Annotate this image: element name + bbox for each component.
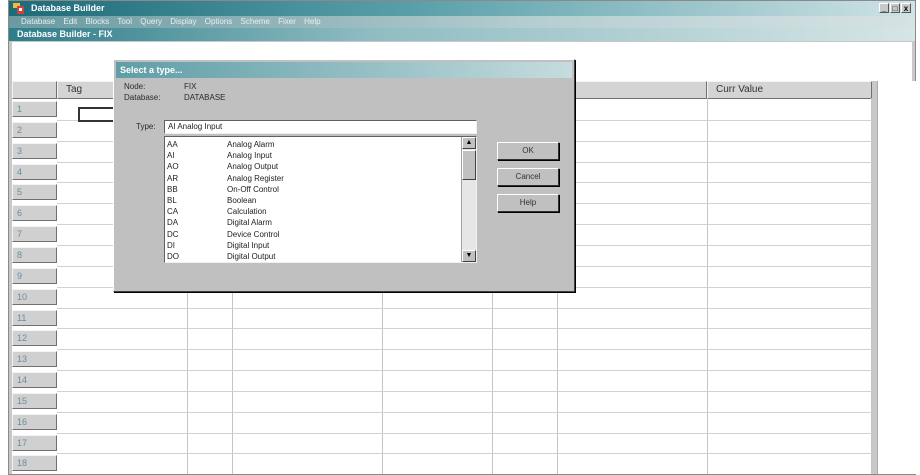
menu-edit[interactable]: Edit bbox=[63, 16, 77, 28]
type-name: Digital Alarm bbox=[227, 218, 272, 228]
type-name: Analog Alarm bbox=[227, 140, 275, 149]
row-divider bbox=[57, 453, 872, 455]
row-header[interactable]: 8 bbox=[12, 246, 57, 263]
row-divider bbox=[57, 370, 872, 372]
type-name: Analog Output bbox=[227, 162, 279, 172]
row-header[interactable]: 17 bbox=[12, 434, 57, 451]
menu-query[interactable]: Query bbox=[140, 16, 162, 28]
menu-tool[interactable]: Tool bbox=[117, 16, 132, 28]
dialog-title-bar: Select a type... bbox=[116, 62, 572, 78]
child-window-title-bar: Database Builder - FIX bbox=[9, 28, 915, 41]
child-window-title: Database Builder - FIX bbox=[17, 29, 113, 39]
type-name: Digital Input bbox=[227, 240, 270, 250]
type-listbox[interactable]: AA Analog Alarm AI Analog Input AO Analog Out… bbox=[164, 136, 477, 263]
type-code: DA bbox=[167, 218, 179, 228]
row-header[interactable]: 14 bbox=[12, 372, 57, 389]
row-header[interactable]: 11 bbox=[12, 309, 57, 326]
menu-display[interactable]: Display bbox=[170, 16, 196, 28]
row-header[interactable]: 7 bbox=[12, 226, 57, 243]
type-name: Boolean bbox=[227, 196, 257, 205]
row-header[interactable]: 13 bbox=[12, 351, 57, 368]
database-label: Database: bbox=[124, 93, 161, 102]
row-header[interactable]: 10 bbox=[12, 288, 57, 305]
row-header[interactable]: 12 bbox=[12, 330, 57, 347]
type-name: Digital Output bbox=[227, 252, 276, 261]
row-header[interactable]: 16 bbox=[12, 413, 57, 430]
type-code: AI bbox=[167, 151, 175, 161]
type-name: Analog Register bbox=[227, 173, 284, 183]
row-divider bbox=[57, 390, 872, 392]
scroll-thumb[interactable] bbox=[462, 150, 476, 180]
database-value: DATABASE bbox=[184, 93, 226, 102]
menu-bar: Database Edit Blocks Tool Query Display … bbox=[9, 16, 915, 28]
row-divider bbox=[57, 349, 872, 351]
menu-help[interactable]: Help bbox=[304, 16, 320, 28]
window-title: Database Builder bbox=[31, 3, 105, 13]
type-code: BL bbox=[167, 196, 177, 205]
row-header[interactable]: 6 bbox=[12, 205, 57, 222]
cancel-button[interactable]: Cancel bbox=[497, 168, 559, 186]
row-header[interactable]: 5 bbox=[12, 184, 57, 201]
type-name: On-Off Control bbox=[227, 184, 279, 194]
title-bar: Database Builder _ □ x bbox=[9, 1, 915, 16]
minimize-icon[interactable]: _ bbox=[879, 3, 889, 13]
row-divider bbox=[57, 432, 872, 434]
row-header[interactable]: 3 bbox=[12, 142, 57, 159]
grid-right-area bbox=[877, 81, 916, 474]
type-code: DC bbox=[167, 229, 179, 239]
row-header[interactable]: 9 bbox=[12, 267, 57, 284]
menu-scheme[interactable]: Scheme bbox=[241, 16, 270, 28]
row-header[interactable]: 4 bbox=[12, 163, 57, 180]
ok-button[interactable]: OK bbox=[497, 142, 559, 160]
type-code: CA bbox=[167, 207, 179, 217]
menu-blocks[interactable]: Blocks bbox=[86, 16, 110, 28]
row-header[interactable]: 2 bbox=[12, 121, 57, 138]
row-divider bbox=[57, 411, 872, 413]
scroll-up-icon[interactable]: ▲ bbox=[462, 137, 476, 149]
node-value: FIX bbox=[184, 82, 197, 91]
main-window: Database Builder _ □ x Database Edit Blo… bbox=[8, 0, 916, 475]
menu-fixer[interactable]: Fixer bbox=[278, 16, 296, 28]
listbox-scrollbar[interactable]: ▲ ▼ bbox=[461, 137, 476, 262]
type-code: BB bbox=[167, 184, 178, 194]
type-code: DO bbox=[167, 252, 179, 261]
app-icon bbox=[13, 3, 25, 14]
row-header[interactable]: 1 bbox=[12, 101, 57, 117]
type-code: AA bbox=[167, 140, 178, 149]
select-type-dialog: Select a type... Node: FIX Database: DAT… bbox=[113, 59, 575, 292]
scroll-down-icon[interactable]: ▼ bbox=[462, 250, 476, 262]
row-divider bbox=[57, 307, 872, 309]
close-icon[interactable]: x bbox=[901, 3, 911, 13]
dialog-title: Select a type... bbox=[120, 65, 183, 75]
maximize-icon[interactable]: □ bbox=[890, 3, 900, 13]
column-header-curr-value[interactable]: Curr Value bbox=[707, 81, 872, 99]
help-button[interactable]: Help bbox=[497, 194, 559, 212]
type-code: AR bbox=[167, 173, 179, 183]
row-header[interactable]: 15 bbox=[12, 392, 57, 409]
type-name: Device Control bbox=[227, 229, 280, 239]
menu-database[interactable]: Database bbox=[21, 16, 55, 28]
type-input[interactable]: AI Analog Input bbox=[164, 120, 477, 134]
row-header[interactable]: 18 bbox=[12, 455, 57, 472]
type-name: Calculation bbox=[227, 207, 267, 217]
type-name: Analog Input bbox=[227, 151, 272, 161]
window-controls: _ □ x bbox=[879, 3, 911, 14]
type-label: Type: bbox=[136, 122, 156, 131]
row-divider bbox=[57, 328, 872, 330]
node-label: Node: bbox=[124, 82, 146, 91]
type-code: DI bbox=[167, 240, 175, 250]
type-code: AO bbox=[167, 162, 179, 172]
corner-header bbox=[12, 81, 57, 99]
menu-options[interactable]: Options bbox=[205, 16, 233, 28]
